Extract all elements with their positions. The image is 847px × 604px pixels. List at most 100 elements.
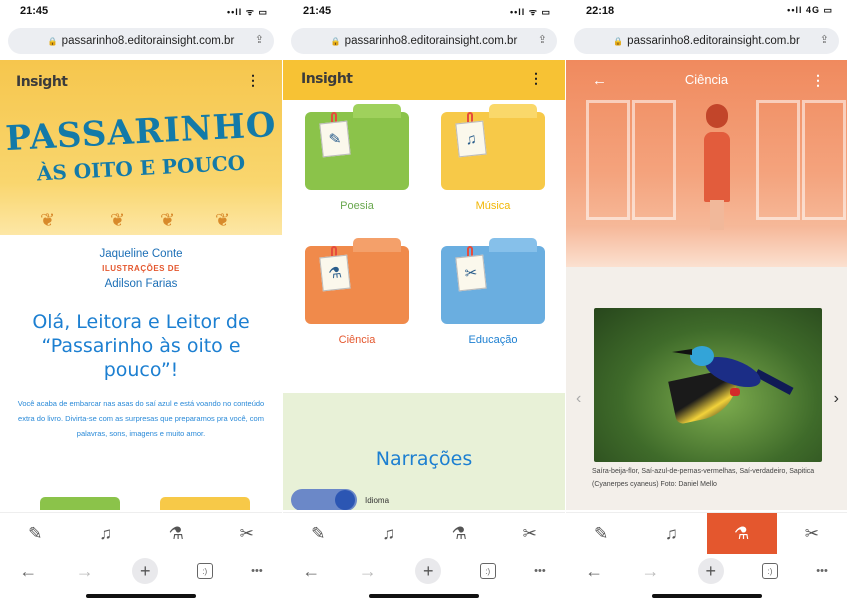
folder-peek[interactable] (160, 497, 250, 510)
category-title: Ciência (684, 72, 729, 87)
status-time: 22:18 (586, 5, 615, 17)
tab-ciencia[interactable]: ⚗ (424, 513, 495, 554)
menu-icon[interactable]: ⋮ (246, 72, 260, 89)
music-icon: ♫ (455, 120, 487, 158)
folder-tab (489, 238, 537, 252)
forward-button[interactable]: → (359, 561, 377, 582)
new-tab-button[interactable]: + (697, 558, 724, 584)
folder-tab (353, 104, 401, 118)
more-button[interactable]: ••• (251, 565, 263, 577)
illustrations-label: ILUSTRAÇÕES DE (102, 264, 180, 273)
back-button[interactable]: ← (19, 561, 37, 582)
previous-arrow-icon[interactable]: ‹ (576, 390, 581, 408)
next-arrow-icon[interactable]: › (834, 390, 839, 408)
tab-ciencia[interactable]: ⚗ (706, 513, 777, 554)
back-button[interactable]: ← (302, 561, 320, 582)
status-indicators: ••ll ᯤ ▭ (226, 7, 268, 17)
tab-educacao[interactable]: ✂ (777, 513, 847, 554)
tabs-button[interactable]: :) (761, 563, 778, 579)
address-bar[interactable]: 🔒 passarinho8.editorainsight.com.br ⇪ (291, 28, 557, 54)
tab-poesia[interactable]: ✎ (566, 513, 636, 554)
music-icon: ♫ (382, 523, 396, 543)
phone-screen-home: 21:45 ••ll ᯤ ▭ 🔒 passarinho8.editorainsi… (0, 0, 282, 604)
status-bar: 21:45 ••ll ᯤ ▭ (283, 0, 565, 24)
new-tab-button[interactable]: + (415, 558, 442, 584)
forward-button[interactable]: → (76, 561, 94, 582)
lock-icon: 🔒 (613, 36, 624, 46)
status-bar: 21:45 ••ll ᯤ ▭ (0, 0, 282, 24)
tab-educacao[interactable]: ✂ (495, 513, 566, 554)
lock-icon: 🔒 (330, 36, 341, 46)
insight-logo[interactable]: Insight (16, 74, 68, 90)
tab-musica[interactable]: ♫ (354, 513, 425, 554)
tab-musica[interactable]: ♫ (636, 513, 706, 554)
pen-icon: ✎ (319, 120, 351, 158)
folder-ciencia[interactable]: ⚗ (305, 238, 409, 324)
tab-educacao[interactable]: ✂ (212, 513, 283, 554)
illustrator-name: Adilson Farias (104, 278, 178, 290)
girl-figure-head (706, 104, 728, 128)
category-label-educacao[interactable]: Educação (441, 334, 545, 346)
forward-button[interactable]: → (641, 561, 659, 582)
back-button[interactable]: ← (585, 561, 603, 582)
home-indicator[interactable] (369, 594, 479, 598)
share-icon[interactable]: ⇪ (538, 33, 547, 46)
category-label-musica[interactable]: Música (441, 200, 545, 212)
girl-figure-legs (710, 200, 724, 230)
tabs-button[interactable]: :) (479, 563, 496, 579)
category-label-ciencia[interactable]: Ciência (305, 334, 409, 346)
new-tab-button[interactable]: + (132, 558, 159, 584)
folder-educacao[interactable]: ✂ (441, 238, 545, 324)
phone-screen-ciencia: 22:18 ••ll 4G ▭ 🔒 passarinho8.editorains… (566, 0, 847, 604)
home-indicator[interactable] (651, 594, 762, 598)
status-bar: 22:18 ••ll 4G ▭ (566, 0, 847, 24)
lock-icon: 🔒 (47, 36, 58, 46)
folder-peek[interactable] (40, 497, 120, 510)
wheat-decoration-icon: ❦ (40, 210, 56, 230)
menu-icon[interactable]: ⋮ (811, 72, 825, 89)
section-tab-bar: ✎ ♫ ⚗ ✂ (283, 512, 565, 554)
status-time: 21:45 (303, 5, 332, 17)
bird-beak (672, 349, 692, 355)
tab-ciencia[interactable]: ⚗ (141, 513, 212, 554)
menu-icon[interactable]: ⋮ (529, 70, 543, 87)
narrations-heading: Narrações (375, 448, 473, 470)
tab-poesia[interactable]: ✎ (283, 513, 354, 554)
wheat-decoration-icon: ❦ (160, 210, 176, 230)
browser-toolbar: ← → + :) ••• (283, 554, 565, 588)
tab-musica[interactable]: ♫ (71, 513, 142, 554)
more-button[interactable]: ••• (534, 565, 546, 577)
music-icon: ♫ (665, 523, 678, 543)
home-indicator[interactable] (86, 594, 196, 598)
pencil-cup-icon: ✂ (455, 254, 487, 292)
wheat-decoration-icon: ❦ (215, 210, 231, 230)
more-button[interactable]: ••• (816, 565, 828, 577)
girl-figure-dress (704, 132, 730, 202)
browser-toolbar: ← → + :) ••• (0, 554, 282, 588)
bird-photo[interactable] (594, 308, 822, 462)
page-content: Insight ⋮ ✎ Poesia ♫ Música ⚗ Ciência ✂ … (283, 60, 565, 510)
microscope-icon: ⚗ (319, 254, 351, 292)
tab-poesia[interactable]: ✎ (0, 513, 71, 554)
wheat-decoration-icon: ❦ (110, 210, 126, 230)
address-bar[interactable]: 🔒 passarinho8.editorainsight.com.br ⇪ (8, 28, 274, 54)
greeting-heading: Olá, Leitora e Leitor de “Passarinho às … (32, 311, 250, 381)
share-icon[interactable]: ⇪ (820, 33, 829, 46)
pencil-cup-icon: ✂ (804, 523, 819, 543)
folder-musica[interactable]: ♫ (441, 104, 545, 190)
microscope-icon: ⚗ (734, 523, 750, 543)
address-bar[interactable]: 🔒 passarinho8.editorainsight.com.br ⇪ (574, 28, 839, 54)
insight-logo[interactable]: Insight (301, 71, 353, 87)
language-toggle[interactable] (291, 489, 357, 510)
share-icon[interactable]: ⇪ (255, 33, 264, 46)
status-indicators: ••ll ᯤ ▭ (509, 7, 551, 17)
folder-poesia[interactable]: ✎ (305, 104, 409, 190)
pen-icon: ✎ (28, 523, 43, 543)
section-tab-bar: ✎ ♫ ⚗ ✂ (566, 512, 847, 554)
music-icon: ♫ (99, 523, 113, 543)
author-name: Jaqueline Conte (99, 248, 183, 260)
tabs-button[interactable]: :) (196, 563, 213, 579)
browser-toolbar: ← → + :) ••• (566, 554, 847, 588)
header-bar: Insight ⋮ (283, 60, 565, 100)
category-label-poesia[interactable]: Poesia (305, 200, 409, 212)
